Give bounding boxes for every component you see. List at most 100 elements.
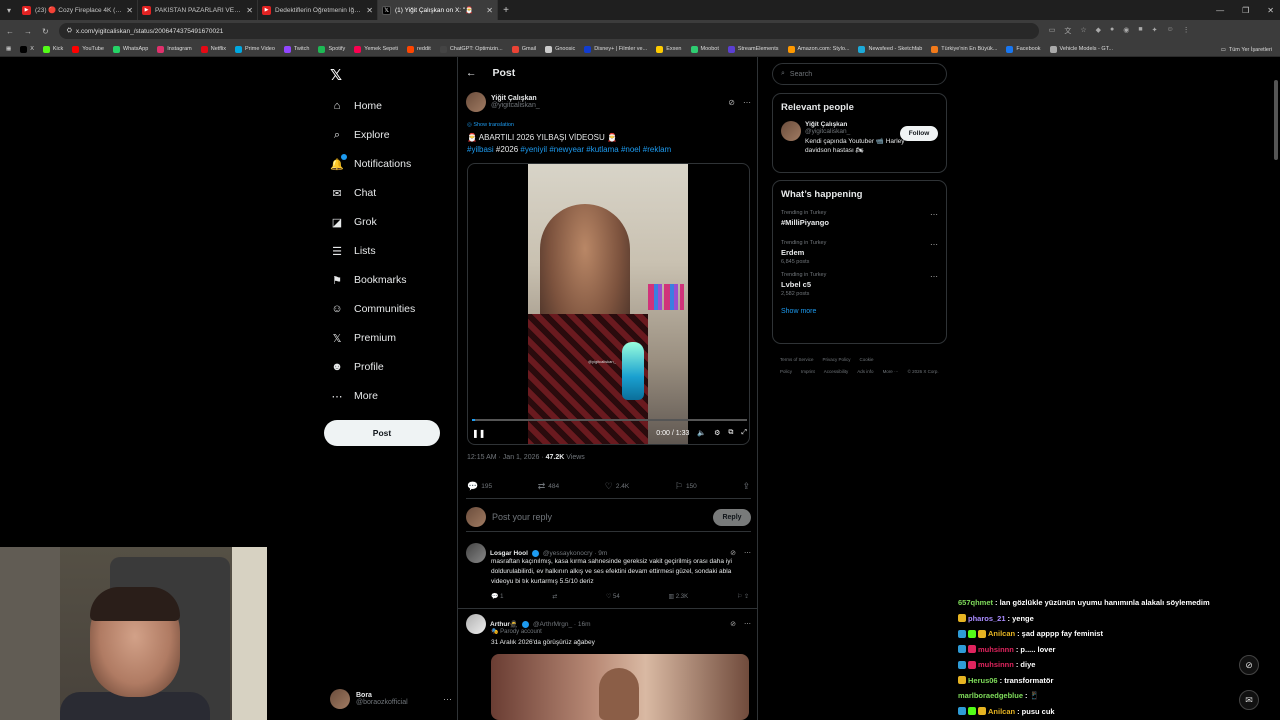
bookmark-item[interactable]: Gmail (511, 45, 536, 53)
hashtag-link[interactable]: #noel (621, 145, 641, 154)
grok-icon[interactable]: ⊘ (728, 98, 735, 107)
more-dots-icon[interactable]: ⋯ (743, 98, 751, 107)
author-avatar[interactable] (466, 92, 486, 112)
browser-tab[interactable]: ▶ (23) 🔴 Cozy Fireplace 4K (12 H ✕ (18, 0, 138, 20)
puzzle-icon[interactable]: ✦ (1152, 26, 1158, 36)
author-handle[interactable]: @yigitcaliskan_ (491, 102, 540, 109)
settings-icon[interactable]: ⚙ (714, 429, 720, 437)
new-tab-button[interactable]: + (498, 5, 514, 16)
reply-reply-action[interactable]: 💬 1 (491, 593, 503, 600)
more-dots-icon[interactable]: ⋯ (744, 620, 751, 628)
browser-tab[interactable]: ▶ PAKİSTAN PAZARLARI VE SOKAK ✕ (138, 0, 258, 20)
minimize-icon[interactable]: — (1216, 6, 1224, 15)
share-action[interactable]: ⇪ (742, 481, 750, 492)
apps-icon[interactable]: ▦ (6, 46, 11, 52)
hashtag-link[interactable]: #yeniyil (520, 145, 547, 154)
bookmark-action[interactable]: ⚐ 150 (675, 481, 697, 492)
bookmark-item[interactable]: reddit (407, 45, 431, 53)
bookmark-item[interactable]: Vehicle Models - GT... (1049, 45, 1113, 53)
profile-icon[interactable]: ☺ (1166, 26, 1173, 36)
footer-link[interactable]: Accessibility (824, 369, 849, 374)
nav-item-notifications[interactable]: 🔔 Notifications (330, 153, 411, 175)
nav-item-explore[interactable]: ⌕ Explore (330, 124, 390, 146)
reply-image[interactable] (491, 654, 749, 720)
close-tab-icon[interactable]: ✕ (246, 6, 253, 15)
all-bookmarks[interactable]: ▭ Tüm Yer İşaretleri (1221, 42, 1272, 56)
nav-item-communities[interactable]: ☺ Communities (330, 298, 415, 320)
bookmark-item[interactable]: Instagram (157, 45, 192, 53)
messages-float-icon[interactable]: ✉ (1239, 690, 1259, 710)
page-scrollbar[interactable] (1273, 60, 1279, 720)
search-input[interactable]: ⌕ Search (772, 63, 947, 85)
nav-item-bookmarks[interactable]: ⚑ Bookmarks (330, 269, 406, 291)
extension-icon[interactable]: ◆ (1096, 26, 1101, 36)
account-switcher[interactable]: Bora @boraozkofficial ⋯ (330, 687, 452, 711)
extension-icon[interactable]: ◉ (1123, 26, 1129, 36)
reply-author-name[interactable]: Arthur🥷 (490, 620, 518, 628)
reply-input[interactable]: Post your reply (492, 512, 552, 522)
more-dots-icon[interactable]: ⋯ (930, 272, 938, 281)
reply-item[interactable]: Losgar Hool @yessaykonocry · 9m ⊘ ⋯ masra… (466, 543, 751, 600)
trend-item[interactable]: Trending in Turkey Lvbel c5 2,582 posts ⋯ (781, 272, 938, 297)
reply-author-name[interactable]: Losgar Hool (490, 550, 528, 557)
pip-icon[interactable]: ⧉ (728, 429, 733, 437)
tweet-timestamp[interactable]: 12:15 AM · Jan 1, 2026 · (467, 454, 544, 461)
hashtag-link[interactable]: #yilbasi (467, 145, 494, 154)
footer-link[interactable]: More ··· (883, 369, 899, 374)
reply-avatar[interactable] (466, 543, 486, 563)
address-bar[interactable]: ⛭ x.com/yigitcaliskan_/status/2006474375… (58, 23, 1039, 39)
bookmark-item[interactable]: Spotify (318, 45, 345, 53)
nav-item-lists[interactable]: ☰ Lists (330, 240, 376, 262)
volume-icon[interactable]: 🔈 (697, 429, 706, 437)
video-progress-bar[interactable] (472, 419, 747, 421)
back-icon[interactable]: ← (6, 27, 14, 36)
bookmark-item[interactable]: Amazon.com: Stylo... (787, 45, 849, 53)
tab-search-icon[interactable]: ▾ (0, 0, 18, 20)
bookmark-item[interactable]: Facebook (1006, 45, 1041, 53)
reply-action[interactable]: 💬 195 (467, 481, 492, 492)
reply-like-action[interactable]: ♡ 54 (606, 593, 620, 600)
bookmark-item[interactable]: Netflix (200, 45, 226, 53)
bookmark-item[interactable]: Twitch (283, 45, 309, 53)
reply-item[interactable]: Arthur🥷 @ArthrMrgn_ · 16m ⊘ ⋯ 🎭 Parody ac… (466, 614, 751, 648)
reply-repost-action[interactable]: ⇄ (552, 593, 557, 600)
grok-float-icon[interactable]: ⊘ (1239, 655, 1259, 675)
like-action[interactable]: ♡ 2.4K (605, 481, 629, 492)
author-name[interactable]: Yiğit Çalışkan (491, 95, 540, 102)
site-info-icon[interactable]: ⛭ (67, 27, 72, 35)
bookmark-item[interactable]: Gnoosic (545, 45, 575, 53)
reply-avatar[interactable] (466, 614, 486, 634)
trend-item[interactable]: Trending in Turkey #MilliPiyango ⋯ (781, 210, 938, 230)
hashtag-link[interactable]: #reklam (643, 145, 671, 154)
bookmark-item[interactable]: Newsfeed - Sketchfab (858, 45, 922, 53)
avatar[interactable] (781, 121, 801, 141)
grok-icon[interactable]: ⊘ (730, 549, 736, 557)
browser-tab[interactable]: 𝕏 (1) Yiğit Çalışkan on X: "🎅 ✕ (378, 0, 498, 20)
bookmark-item[interactable]: Prime Video (235, 45, 275, 53)
maximize-icon[interactable]: ❐ (1242, 6, 1249, 15)
show-more-link[interactable]: Show more (781, 308, 946, 315)
pause-icon[interactable]: ❚❚ (472, 429, 485, 438)
bookmark-item[interactable]: YouTube (72, 45, 104, 53)
footer-link[interactable]: Imprint (801, 369, 815, 374)
reply-author-handle[interactable]: @yessaykonocry · 9m (543, 550, 607, 557)
video-player[interactable]: @yigitcaliskan_ ❚❚ 0:00 / 1:33 🔈 ⚙ ⧉ ⤢ (467, 163, 750, 445)
person-name[interactable]: Yiğit Çalışkan (805, 121, 905, 128)
extension-icon[interactable]: ● (1110, 26, 1114, 36)
reload-icon[interactable]: ↻ (42, 27, 49, 36)
post-button[interactable]: Post (324, 420, 440, 446)
footer-link[interactable]: Ads info (857, 369, 873, 374)
fullscreen-icon[interactable]: ⤢ (741, 429, 747, 437)
more-dots-icon[interactable]: ⋯ (443, 694, 452, 705)
close-window-icon[interactable]: ✕ (1267, 6, 1274, 15)
bookmark-item[interactable]: Disney+ | Filmler ve... (584, 45, 647, 53)
hashtag-link[interactable]: #newyear (549, 145, 584, 154)
footer-link[interactable]: Terms of Service (780, 357, 814, 362)
bookmark-item[interactable]: StreamElements (727, 45, 779, 53)
hashtag-link[interactable]: #kutlama (586, 145, 618, 154)
reply-button[interactable]: Reply (713, 508, 751, 526)
scrollbar-thumb[interactable] (1274, 80, 1278, 160)
back-arrow-icon[interactable]: ← (466, 67, 477, 79)
bookmark-item[interactable]: Exxen (656, 45, 682, 53)
forward-icon[interactable]: → (24, 27, 32, 36)
